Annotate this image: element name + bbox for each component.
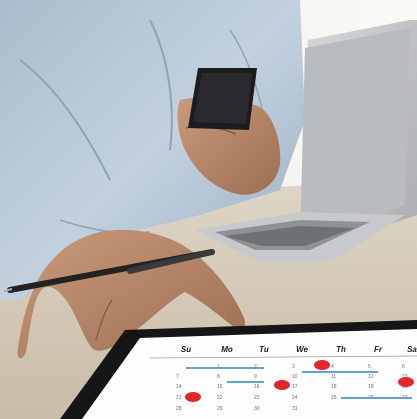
calendar-date: 6 bbox=[402, 364, 405, 370]
calendar-event-marker bbox=[274, 380, 290, 390]
calendar-date: 4 bbox=[331, 364, 334, 370]
photo-scene: SuMoTuWeThFrSa12345678910111213141516171… bbox=[0, 0, 417, 419]
calendar-date: 24 bbox=[292, 395, 298, 401]
calendar-date: 30 bbox=[254, 406, 260, 412]
calendar-event-marker bbox=[185, 392, 201, 402]
calendar-date: 31 bbox=[292, 406, 298, 412]
calendar-date: 28 bbox=[176, 406, 182, 412]
calendar-day-label: Su bbox=[181, 345, 191, 354]
calendar-date: 21 bbox=[176, 395, 182, 401]
calendar-day-label: Fr bbox=[374, 345, 383, 354]
calendar-date: 15 bbox=[217, 384, 223, 390]
calendar-date: 14 bbox=[176, 384, 182, 390]
calendar-date: 5 bbox=[368, 364, 371, 370]
smartphone bbox=[188, 68, 257, 130]
calendar-event-marker bbox=[314, 360, 330, 370]
calendar-date: 17 bbox=[292, 384, 298, 390]
calendar-day-label: We bbox=[296, 345, 308, 354]
calendar-date: 29 bbox=[217, 406, 223, 412]
calendar-day-label: Tu bbox=[259, 345, 269, 354]
calendar-date: 11 bbox=[331, 374, 336, 380]
calendar-date: 12 bbox=[368, 374, 374, 380]
calendar-date: 16 bbox=[254, 384, 260, 390]
calendar-event-marker bbox=[398, 377, 414, 387]
calendar-date: 22 bbox=[217, 395, 223, 401]
calendar-date: 25 bbox=[331, 395, 337, 401]
calendar-date: 10 bbox=[292, 374, 298, 380]
calendar-day-label: Mo bbox=[221, 345, 233, 354]
calendar-date: 3 bbox=[292, 364, 295, 370]
calendar-date: 7 bbox=[176, 374, 179, 380]
calendar-date: 8 bbox=[217, 374, 220, 380]
calendar-date: 18 bbox=[331, 384, 337, 390]
calendar-date: 9 bbox=[254, 374, 257, 380]
calendar-date: 19 bbox=[368, 384, 374, 390]
calendar-date: 23 bbox=[254, 395, 260, 401]
calendar-day-label: Th bbox=[336, 345, 346, 354]
calendar-day-label: Sa bbox=[407, 345, 417, 354]
